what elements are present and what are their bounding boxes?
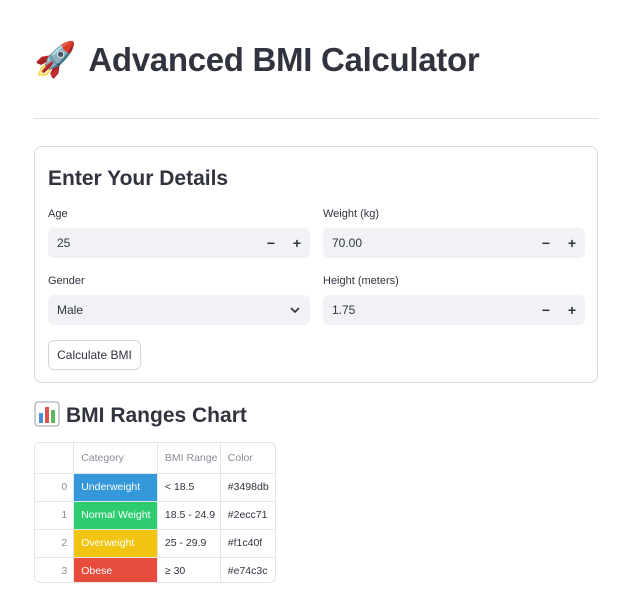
table-header-row: Category BMI Range Color xyxy=(35,443,275,474)
category-cell[interactable]: Normal Weight xyxy=(73,501,158,530)
weight-decrement-button[interactable]: − xyxy=(533,228,559,258)
gender-select[interactable]: Male xyxy=(48,295,310,325)
gender-selected-value[interactable]: Male xyxy=(48,303,280,317)
calculate-bmi-button[interactable]: Calculate BMI xyxy=(48,340,141,370)
form-heading: Enter Your Details xyxy=(48,167,229,190)
height-input[interactable]: 1.75 − + xyxy=(323,295,585,325)
table-row[interactable]: 1 Normal Weight 18.5 - 24.9 #2ecc71 xyxy=(35,501,275,530)
column-header[interactable]: Category xyxy=(73,443,158,474)
row-index[interactable]: 0 xyxy=(35,473,75,502)
weight-increment-button[interactable]: + xyxy=(559,228,585,258)
color-cell[interactable]: #2ecc71 xyxy=(220,501,275,530)
color-cell[interactable]: #e74c3c xyxy=(220,557,275,582)
weight-input[interactable]: 70.00 − + xyxy=(323,228,585,258)
height-value[interactable]: 1.75 xyxy=(323,303,533,317)
details-form: Enter Your Details Age 25 − + Weight (kg… xyxy=(34,146,598,383)
color-cell[interactable]: #f1c40f xyxy=(220,529,275,558)
column-header[interactable]: BMI Range xyxy=(157,443,221,474)
chevron-down-icon[interactable] xyxy=(280,295,310,325)
range-cell[interactable]: < 18.5 xyxy=(157,473,221,502)
age-value[interactable]: 25 xyxy=(48,236,258,250)
range-cell[interactable]: 18.5 - 24.9 xyxy=(157,501,221,530)
weight-value[interactable]: 70.00 xyxy=(323,236,533,250)
page-title: 🚀 Advanced BMI Calculator xyxy=(34,38,480,82)
table-row[interactable]: 2 Overweight 25 - 29.9 #f1c40f xyxy=(35,529,275,558)
divider xyxy=(34,118,598,119)
ranges-heading-text: BMI Ranges Chart xyxy=(66,404,247,427)
category-cell[interactable]: Underweight xyxy=(73,473,158,502)
range-cell[interactable]: ≥ 30 xyxy=(157,557,221,582)
row-index[interactable]: 3 xyxy=(35,557,75,582)
category-cell[interactable]: Overweight xyxy=(73,529,158,558)
row-index[interactable]: 1 xyxy=(35,501,75,530)
color-cell[interactable]: #3498db xyxy=(220,473,275,502)
height-increment-button[interactable]: + xyxy=(559,295,585,325)
height-decrement-button[interactable]: − xyxy=(533,295,559,325)
bar-chart-icon xyxy=(34,401,60,432)
table-row[interactable]: 3 Obese ≥ 30 #e74c3c xyxy=(35,557,275,582)
page-title-text: Advanced BMI Calculator xyxy=(88,41,480,78)
age-increment-button[interactable]: + xyxy=(284,228,310,258)
row-index[interactable]: 2 xyxy=(35,529,75,558)
age-input[interactable]: 25 − + xyxy=(48,228,310,258)
weight-label: Weight (kg) xyxy=(323,208,380,220)
index-header xyxy=(35,443,75,474)
category-cell[interactable]: Obese xyxy=(73,557,158,582)
age-decrement-button[interactable]: − xyxy=(258,228,284,258)
age-label: Age xyxy=(48,208,68,220)
table-row[interactable]: 0 Underweight < 18.5 #3498db xyxy=(35,473,275,502)
bmi-ranges-table[interactable]: Category BMI Range Color 0 Underweight < 1… xyxy=(34,442,276,583)
gender-label: Gender xyxy=(48,275,85,287)
height-label: Height (meters) xyxy=(323,275,399,287)
range-cell[interactable]: 25 - 29.9 xyxy=(157,529,221,558)
ranges-heading: BMI Ranges Chart xyxy=(34,401,247,431)
rocket-icon: 🚀 xyxy=(34,40,77,80)
column-header[interactable]: Color xyxy=(220,443,275,474)
